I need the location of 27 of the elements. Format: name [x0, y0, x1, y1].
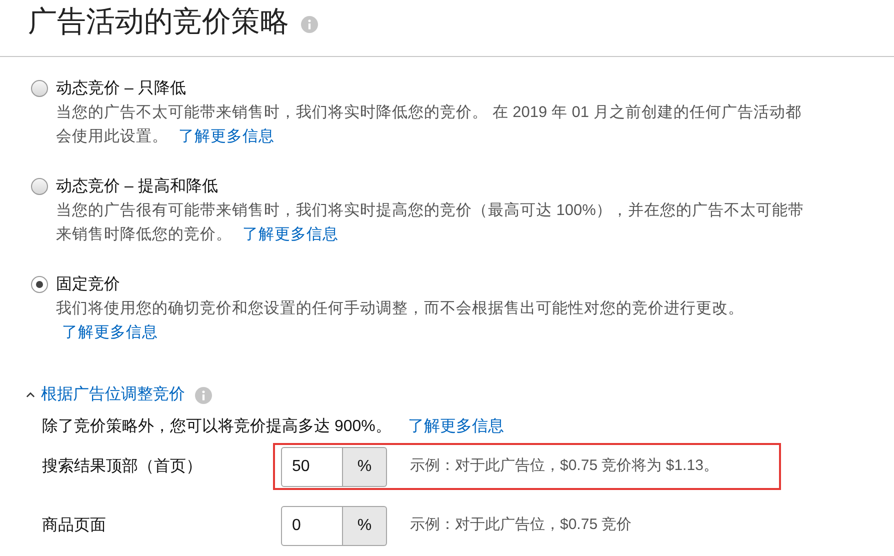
info-icon[interactable] — [301, 16, 318, 32]
learn-more-link[interactable]: 了解更多信息 — [242, 226, 338, 243]
option-label: 动态竞价 – 只降低 — [56, 78, 187, 99]
percent-input[interactable]: 50 — [281, 446, 343, 486]
option-description: 当您的广告很有可能带来销售时，我们将实时提高您的竞价（最高可达 100%），并在您的广告不太可能带来销售时降低您的竞价。 了解更多信息 — [56, 201, 805, 245]
page-title: 广告活动的竞价策略 — [28, 8, 289, 40]
example-text: 示例：对于此广告位，$0.75 竞价 — [410, 515, 632, 536]
info-icon[interactable] — [195, 386, 212, 404]
option-description: 我们将使用您的确切竞价和您设置的任何手动调整，而不会根据售出可能性对您的竞价进行更改。 了解更多信息 — [56, 299, 745, 343]
learn-more-link[interactable]: 了解更多信息 — [62, 324, 158, 341]
unit-label: % — [343, 446, 387, 486]
unit-label: % — [343, 506, 387, 546]
placement-label: 商品页面 — [42, 516, 107, 536]
learn-more-link[interactable]: 了解更多信息 — [408, 418, 504, 435]
radio-button[interactable] — [31, 276, 48, 293]
example-text: 示例：对于此广告位，$0.75 竞价将为 $1.13。 — [410, 456, 718, 476]
placement-label: 搜索结果顶部（首页） — [42, 456, 203, 476]
chevron-icon[interactable] — [26, 392, 35, 398]
learn-more-link[interactable]: 了解更多信息 — [178, 128, 274, 145]
radio-button[interactable] — [31, 80, 48, 97]
option-label: 动态竞价 – 提高和降低 — [56, 176, 219, 197]
percent-input[interactable]: 0 — [281, 506, 343, 546]
radio-button[interactable] — [31, 178, 48, 195]
section-toggle-link[interactable]: 根据广告位调整竞价 — [41, 383, 185, 407]
option-label: 固定竞价 — [56, 274, 121, 295]
section-description: 除了竞价策略外，您可以将竞价提高多达 900%。 了解更多信息 — [42, 416, 505, 437]
option-description: 当您的广告不太可能带来销售时，我们将实时降低您的竞价。 在 2019 年 01 月之前创建的任何广告活动都会使用此设置。 了解更多信息 — [56, 103, 802, 147]
